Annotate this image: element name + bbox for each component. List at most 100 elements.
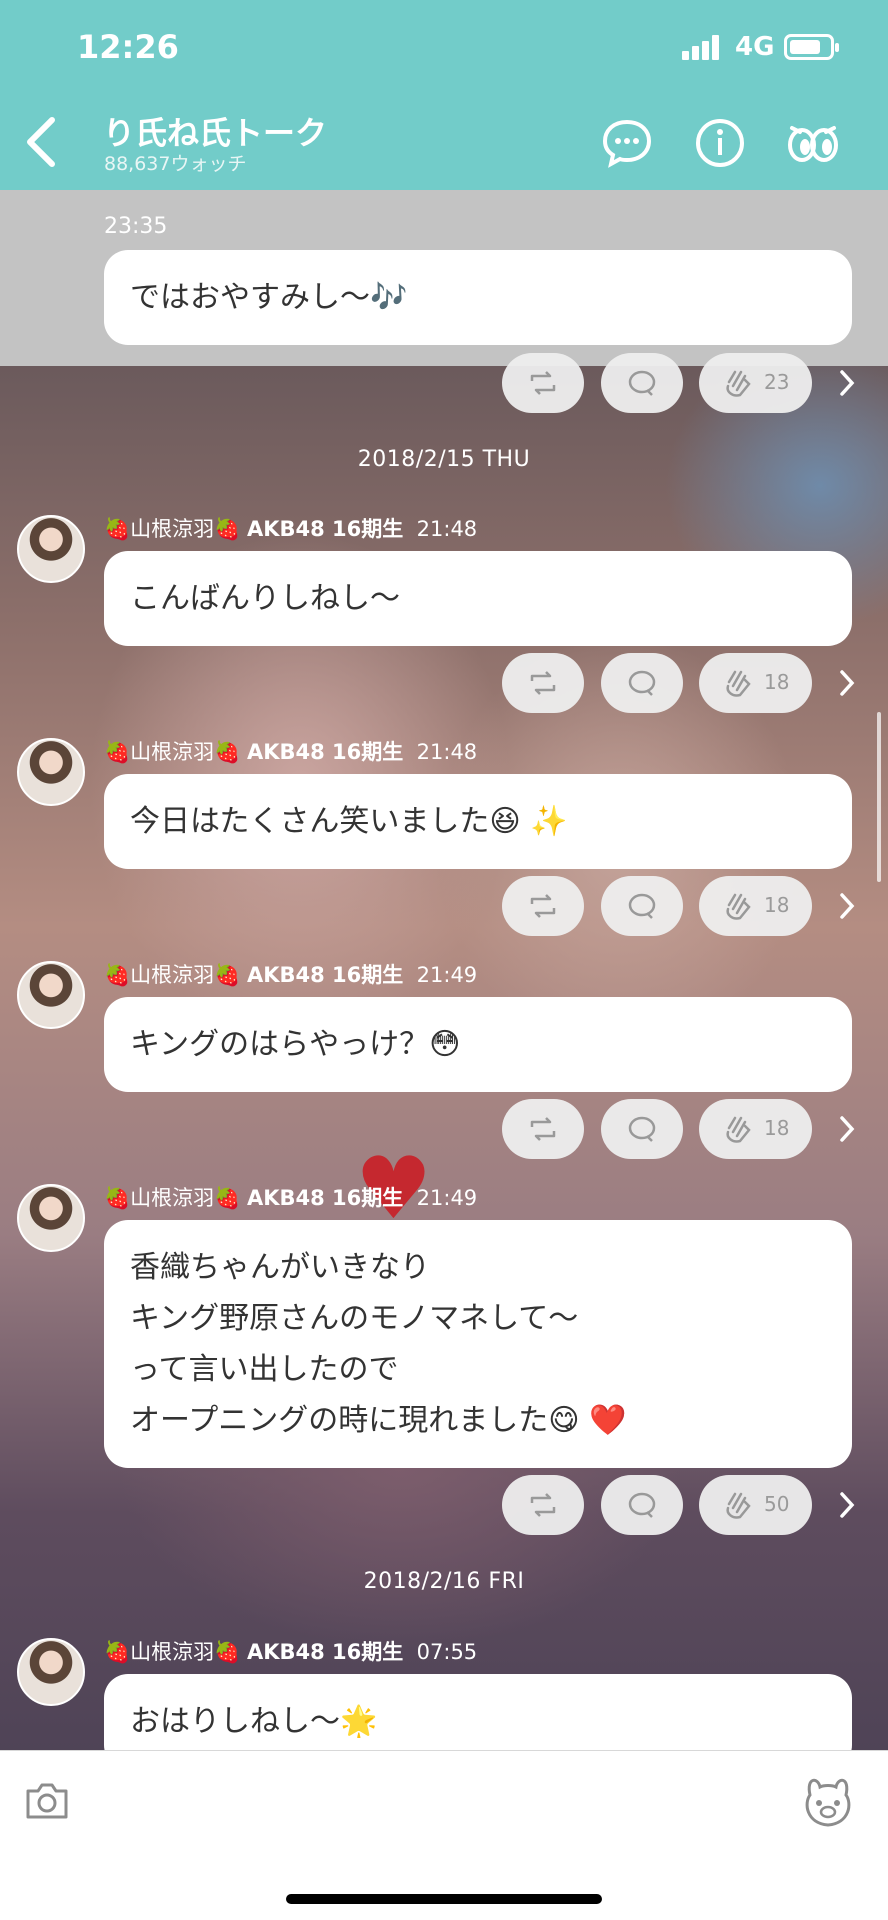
reply-icon bbox=[628, 370, 656, 396]
sender-group: AKB48 16期生 bbox=[246, 740, 404, 764]
message-text: って言い出したので bbox=[130, 1352, 399, 1387]
clap-icon bbox=[726, 670, 751, 697]
sender-line: 🍓山根涼羽🍓 AKB48 16期生 21:49 bbox=[104, 959, 477, 989]
avatar[interactable] bbox=[17, 738, 85, 806]
avatar[interactable] bbox=[17, 1184, 85, 1252]
chevron-right-icon[interactable] bbox=[836, 1114, 858, 1144]
scrollbar[interactable] bbox=[877, 712, 881, 882]
repost-button[interactable] bbox=[502, 1099, 584, 1159]
chevron-right-icon[interactable] bbox=[836, 1490, 858, 1520]
clap-icon bbox=[726, 893, 751, 920]
clap-icon bbox=[726, 370, 751, 397]
avatar[interactable] bbox=[17, 961, 85, 1029]
message-bubble[interactable]: 今日はたくさん笑いました😆 ✨ bbox=[104, 774, 852, 869]
clap-button[interactable]: 23 bbox=[699, 353, 812, 413]
network-type: 4G bbox=[735, 32, 775, 62]
comment-icon[interactable] bbox=[600, 116, 654, 170]
message-bubble[interactable]: キングのはらやっけ？😳 bbox=[104, 997, 852, 1092]
sender-line: 🍓山根涼羽🍓 AKB48 16期生 21:49 bbox=[104, 1182, 477, 1212]
home-indicator[interactable] bbox=[286, 1894, 602, 1904]
reply-button[interactable] bbox=[601, 353, 683, 413]
clap-count: 18 bbox=[764, 670, 790, 694]
signal-icon bbox=[682, 34, 722, 60]
repost-icon bbox=[530, 1117, 556, 1141]
sender-group: AKB48 16期生 bbox=[246, 963, 404, 987]
watch-count: 88,637ウォッチ bbox=[104, 153, 247, 175]
reply-button[interactable] bbox=[601, 653, 683, 713]
repost-button[interactable] bbox=[502, 353, 584, 413]
bear-icon[interactable] bbox=[800, 1773, 856, 1831]
sender-group: AKB48 16期生 bbox=[246, 1186, 404, 1210]
avatar[interactable] bbox=[17, 1638, 85, 1706]
header: 12:26 4G り氏ね氏トーク 88,637ウォッチ bbox=[0, 0, 888, 190]
reply-button[interactable] bbox=[601, 1099, 683, 1159]
message-time: 21:48 bbox=[416, 740, 478, 764]
message-text: キングのはらやっけ？😳 bbox=[130, 1027, 461, 1062]
repost-button[interactable] bbox=[502, 1475, 584, 1535]
reply-icon bbox=[628, 1116, 656, 1142]
sender-name: 🍓山根涼羽🍓 bbox=[104, 1640, 241, 1664]
message-time: 21:49 bbox=[416, 963, 478, 987]
clap-icon bbox=[726, 1116, 751, 1143]
clap-button[interactable]: 50 bbox=[699, 1475, 812, 1535]
message-time: 23:35 bbox=[104, 214, 168, 239]
sender-name: 🍓山根涼羽🍓 bbox=[104, 517, 241, 541]
chevron-right-icon[interactable] bbox=[836, 368, 858, 398]
repost-icon bbox=[530, 671, 556, 695]
camera-icon[interactable] bbox=[24, 1777, 70, 1823]
clap-icon bbox=[726, 1492, 751, 1519]
reply-icon bbox=[628, 1492, 656, 1518]
battery-icon bbox=[784, 34, 839, 60]
date-divider: 2018/2/15 THU bbox=[357, 447, 531, 472]
message-bubble[interactable]: こんばんりしねし〜 bbox=[104, 551, 852, 646]
message-time: 07:55 bbox=[416, 1640, 478, 1664]
reply-button[interactable] bbox=[601, 876, 683, 936]
reply-icon bbox=[628, 670, 656, 696]
message-time: 21:49 bbox=[416, 1186, 478, 1210]
repost-icon bbox=[530, 894, 556, 918]
repost-button[interactable] bbox=[502, 876, 584, 936]
message-text: こんばんりしねし〜 bbox=[130, 581, 400, 616]
back-icon[interactable] bbox=[18, 112, 68, 172]
clap-button[interactable]: 18 bbox=[699, 876, 812, 936]
clap-count: 23 bbox=[764, 370, 790, 394]
clap-button[interactable]: 18 bbox=[699, 1099, 812, 1159]
date-divider: 2018/2/16 FRI bbox=[363, 1569, 525, 1594]
talk-title: り氏ね氏トーク bbox=[103, 114, 328, 152]
message-text: キング野原さんのモノマネして〜 bbox=[130, 1301, 579, 1336]
message-bubble[interactable]: ではおやすみし〜🎶 bbox=[104, 250, 852, 345]
clap-button[interactable]: 18 bbox=[699, 653, 812, 713]
message-text: おはりしねし〜🌟 bbox=[130, 1704, 378, 1739]
sender-name: 🍓山根涼羽🍓 bbox=[104, 740, 241, 764]
bottom-bar bbox=[0, 1750, 888, 1920]
clap-count: 18 bbox=[764, 893, 790, 917]
chat-area[interactable]: ♥ 23:35 ではおやすみし〜🎶 23 2018/2/15 THU 🍓山根涼羽… bbox=[0, 190, 888, 1750]
chevron-right-icon[interactable] bbox=[836, 668, 858, 698]
sender-group: AKB48 16期生 bbox=[246, 1640, 404, 1664]
message-text: オープニングの時に現れました😋 ❤️ bbox=[130, 1403, 627, 1438]
status-time: 12:26 bbox=[77, 28, 179, 66]
reply-button[interactable] bbox=[601, 1475, 683, 1535]
message-bubble[interactable]: 香織ちゃんがいきなり キング野原さんのモノマネして〜 って言い出したので オープ… bbox=[104, 1220, 852, 1468]
clap-count: 50 bbox=[764, 1492, 790, 1516]
repost-button[interactable] bbox=[502, 653, 584, 713]
message-time: 21:48 bbox=[416, 517, 478, 541]
eyes-icon[interactable] bbox=[786, 116, 840, 170]
sender-group: AKB48 16期生 bbox=[246, 517, 404, 541]
sender-name: 🍓山根涼羽🍓 bbox=[104, 963, 241, 987]
repost-icon bbox=[530, 1493, 556, 1517]
repost-icon bbox=[530, 371, 556, 395]
reply-icon bbox=[628, 893, 656, 919]
sender-line: 🍓山根涼羽🍓 AKB48 16期生 21:48 bbox=[104, 736, 477, 766]
avatar[interactable] bbox=[17, 515, 85, 583]
message-text: 今日はたくさん笑いました😆 ✨ bbox=[130, 804, 568, 839]
info-icon[interactable] bbox=[693, 116, 747, 170]
message-text: 香織ちゃんがいきなり bbox=[130, 1250, 430, 1285]
sender-line: 🍓山根涼羽🍓 AKB48 16期生 21:48 bbox=[104, 513, 477, 543]
message-bubble[interactable]: おはりしねし〜🌟 bbox=[104, 1674, 852, 1750]
clap-count: 18 bbox=[764, 1116, 790, 1140]
sender-name: 🍓山根涼羽🍓 bbox=[104, 1186, 241, 1210]
chevron-right-icon[interactable] bbox=[836, 891, 858, 921]
sender-line: 🍓山根涼羽🍓 AKB48 16期生 07:55 bbox=[104, 1636, 477, 1666]
message-text: ではおやすみし〜🎶 bbox=[130, 280, 408, 315]
